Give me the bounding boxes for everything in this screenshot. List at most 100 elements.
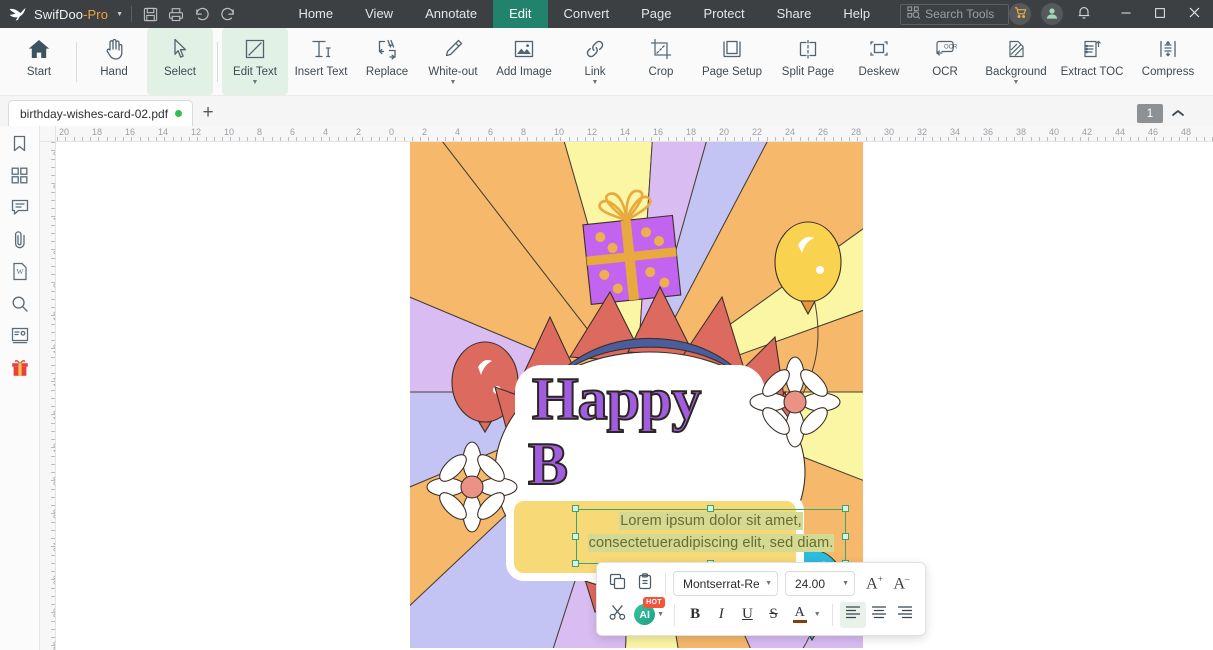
ruler-tick bbox=[965, 137, 966, 141]
chevron-up-icon[interactable] bbox=[1171, 105, 1185, 123]
maximize-button[interactable] bbox=[1143, 0, 1177, 28]
ruler-tick bbox=[841, 137, 842, 141]
app-brand[interactable]: SwifDoo-Pro ▼ bbox=[0, 5, 123, 23]
ribbon-button-white-out[interactable]: White-out ▼ bbox=[420, 28, 486, 95]
chevron-down-icon[interactable]: ▼ bbox=[116, 11, 123, 18]
comments-panel-button[interactable] bbox=[3, 194, 37, 226]
strikethrough-button[interactable]: S bbox=[760, 602, 786, 628]
font-color-button[interactable]: A bbox=[787, 602, 813, 628]
ribbon-button-background[interactable]: Background ▼ bbox=[978, 28, 1054, 95]
ai-button[interactable]: AI HOT bbox=[630, 596, 665, 628]
gift-icon bbox=[11, 358, 29, 382]
ribbon-button-split-page[interactable]: Split Page bbox=[770, 28, 846, 95]
redo-button[interactable] bbox=[215, 1, 241, 27]
ribbon-button-extract-toc[interactable]: Extract TOC bbox=[1054, 28, 1130, 95]
ribbon-button-crop[interactable]: Crop bbox=[628, 28, 694, 95]
align-left-button[interactable] bbox=[839, 601, 866, 628]
ribbon-button-start[interactable]: Start bbox=[6, 28, 72, 95]
ruler-label: 12 bbox=[191, 127, 202, 137]
chevron-down-icon[interactable]: ▼ bbox=[765, 580, 772, 587]
search-panel-button[interactable] bbox=[3, 290, 37, 322]
thumbnails-panel-button[interactable] bbox=[3, 162, 37, 194]
close-button[interactable] bbox=[1177, 0, 1211, 28]
page-number-badge[interactable]: 1 bbox=[1137, 104, 1163, 123]
menu-item-page[interactable]: Page bbox=[625, 0, 687, 28]
vertical-ruler[interactable]: 024681012141618202224262830 bbox=[40, 142, 56, 650]
ribbon-button-hand[interactable]: Hand bbox=[81, 28, 147, 95]
save-button[interactable] bbox=[138, 1, 164, 27]
font-family-select[interactable]: Montserrat-Re... ▼ bbox=[673, 571, 778, 596]
resize-handle-nw[interactable] bbox=[572, 505, 579, 512]
copy-button[interactable] bbox=[604, 571, 631, 597]
horizontal-ruler[interactable]: 20 18 16 14 12 10 8 6 4 2 0 2 4 6 8 10 12 14 16 18 20 22 24 26 2… bbox=[40, 126, 1213, 142]
align-center-button[interactable] bbox=[866, 602, 892, 628]
ruler-tick bbox=[1146, 137, 1147, 141]
bold-button[interactable]: B bbox=[682, 602, 708, 628]
resize-handle-n[interactable] bbox=[707, 505, 714, 512]
ruler-tick bbox=[313, 137, 314, 141]
chevron-down-icon[interactable]: ▼ bbox=[592, 79, 599, 86]
ribbon-button-page-setup[interactable]: Page Setup bbox=[694, 28, 770, 95]
signature-panel-button[interactable] bbox=[3, 322, 37, 354]
ribbon-button-deskew[interactable]: Deskew bbox=[846, 28, 912, 95]
ribbon-label: Replace bbox=[365, 66, 409, 78]
resize-handle-w[interactable] bbox=[572, 533, 579, 540]
ribbon-button-select[interactable]: Select bbox=[147, 28, 213, 95]
ruler-tick bbox=[890, 137, 891, 141]
chevron-down-icon[interactable]: ▼ bbox=[842, 580, 849, 587]
chevron-down-icon[interactable]: ▼ bbox=[252, 79, 259, 86]
underline-button[interactable]: U bbox=[734, 602, 760, 628]
menu-item-share[interactable]: Share bbox=[761, 0, 828, 28]
workspace: W 20 18 16 14 12 10 8 6 4 2 0 2 4 6 8 10… bbox=[0, 126, 1213, 650]
ribbon-button-compress[interactable]: Compress bbox=[1130, 28, 1206, 95]
decrease-font-size-button[interactable]: A– bbox=[888, 571, 915, 597]
resize-handle-sw[interactable] bbox=[572, 560, 579, 567]
paste-button[interactable] bbox=[631, 571, 658, 597]
search-tools-input[interactable]: Search Tools bbox=[900, 3, 1009, 25]
card-body-line1[interactable]: Lorem ipsum dolor sit amet, bbox=[576, 512, 846, 530]
account-button[interactable] bbox=[1041, 3, 1063, 25]
increase-font-size-button[interactable]: A+ bbox=[861, 571, 888, 597]
convert-to-word-button[interactable]: W bbox=[3, 258, 37, 290]
menu-item-help[interactable]: Help bbox=[827, 0, 886, 28]
ribbon-label: Insert Text bbox=[294, 66, 348, 78]
ruler-tick bbox=[527, 137, 528, 141]
ribbon-button-link[interactable]: Link ▼ bbox=[562, 28, 628, 95]
align-right-button[interactable] bbox=[892, 602, 918, 628]
chevron-down-icon[interactable]: ▼ bbox=[450, 79, 457, 86]
ribbon-button-add-image[interactable]: Add Image bbox=[486, 28, 562, 95]
ruler-tick bbox=[577, 137, 578, 141]
chevron-down-icon[interactable]: ▼ bbox=[1013, 79, 1020, 86]
cut-button[interactable] bbox=[604, 602, 630, 628]
chevron-down-icon[interactable]: ▼ bbox=[814, 611, 821, 618]
print-button[interactable] bbox=[164, 1, 190, 27]
resize-handle-e[interactable] bbox=[842, 533, 849, 540]
new-tab-button[interactable]: + bbox=[193, 100, 223, 126]
gift-promo-button[interactable] bbox=[3, 354, 37, 386]
menu-item-view[interactable]: View bbox=[349, 0, 409, 28]
ribbon-button-edit-text[interactable]: Edit Text ▼ bbox=[222, 28, 288, 95]
menu-item-annotate[interactable]: Annotate bbox=[409, 0, 493, 28]
menu-item-edit[interactable]: Edit bbox=[493, 0, 548, 28]
italic-button[interactable]: I bbox=[708, 602, 734, 628]
ribbon-button-insert-text[interactable]: Insert Text bbox=[288, 28, 354, 95]
card-body-line2[interactable]: consectetueradipiscing elit, sed diam. bbox=[576, 534, 846, 552]
document-tab[interactable]: birthday-wishes-card-02.pdf bbox=[8, 100, 194, 126]
scissors-icon bbox=[609, 604, 626, 626]
attachments-panel-button[interactable] bbox=[3, 226, 37, 258]
menu-item-protect[interactable]: Protect bbox=[687, 0, 760, 28]
cart-button[interactable] bbox=[1009, 3, 1031, 25]
ruler-tick bbox=[857, 137, 858, 141]
ribbon-button-replace[interactable]: Replace bbox=[354, 28, 420, 95]
selected-text-object[interactable]: Lorem ipsum dolor sit amet, consectetuer… bbox=[572, 505, 849, 567]
undo-button[interactable] bbox=[189, 1, 215, 27]
bookmarks-panel-button[interactable] bbox=[3, 130, 37, 162]
ribbon-button-ocr[interactable]: OCR OCR bbox=[912, 28, 978, 95]
minimize-button[interactable] bbox=[1109, 0, 1143, 28]
menu-item-home[interactable]: Home bbox=[282, 0, 349, 28]
notifications-button[interactable] bbox=[1073, 3, 1095, 25]
resize-handle-ne[interactable] bbox=[842, 505, 849, 512]
menu-item-convert[interactable]: Convert bbox=[548, 0, 626, 28]
font-size-select[interactable]: 24.00 ▼ bbox=[785, 571, 855, 596]
ruler-tick bbox=[668, 137, 669, 141]
